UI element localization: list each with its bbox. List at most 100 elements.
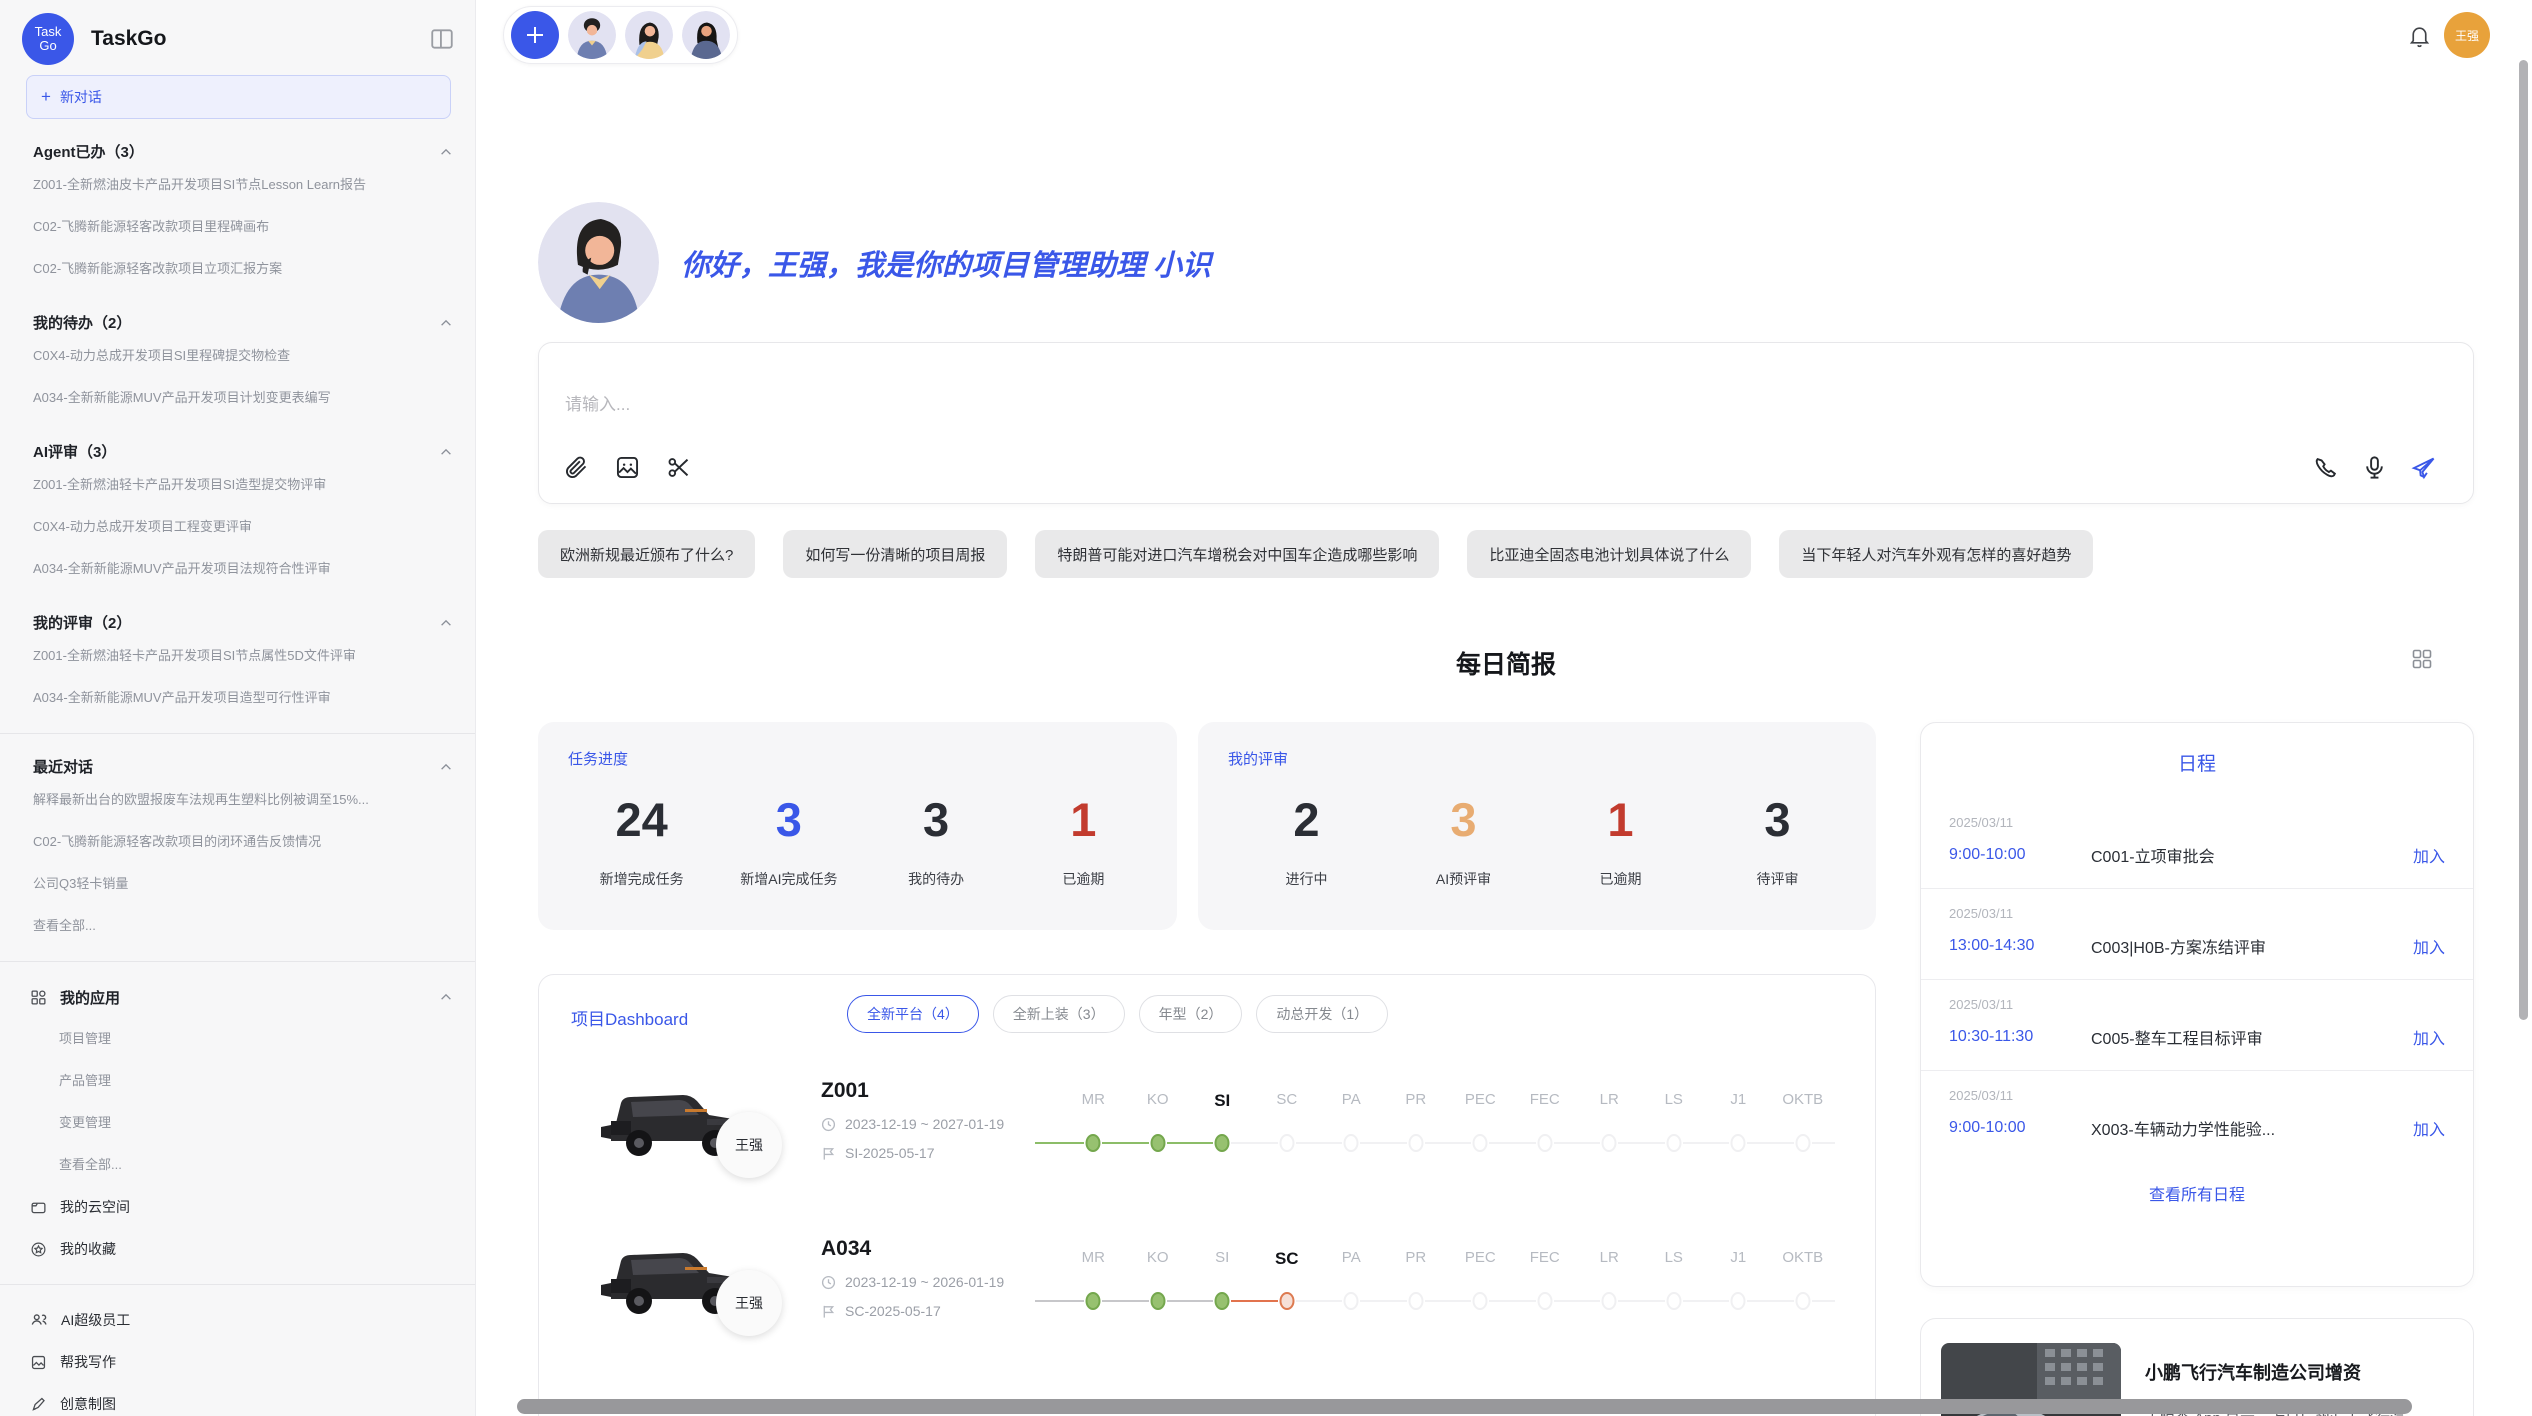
send-icon[interactable] [2410, 454, 2437, 481]
sidebar-item-help-me-write[interactable]: 帮我写作 [0, 1341, 475, 1383]
help-me-write-label: 帮我写作 [60, 1352, 116, 1372]
assistant-avatar [538, 202, 659, 323]
sidebar-task-item[interactable]: Z001-全新燃油轻卡产品开发项目SI造型提交物评审 [0, 464, 475, 506]
milestone-dot [1666, 1292, 1681, 1310]
daily-briefing-title: 每日简报 [538, 645, 2474, 681]
ai-super-staff-label: AI超级员工 [61, 1310, 130, 1330]
schedule-join-button[interactable]: 加入 [2413, 934, 2445, 958]
attachment-icon[interactable] [563, 454, 590, 481]
sidebar-task-item[interactable]: C0X4-动力总成开发项目SI里程碑提交物检查 [0, 335, 475, 377]
milestone-label: SC [1255, 1091, 1320, 1108]
new-chat-button[interactable]: + 新对话 [26, 75, 451, 119]
news-title: 小鹏飞行汽车制造公司增资 [2145, 1359, 2418, 1385]
sidebar-task-item[interactable]: A034-全新新能源MUV产品开发项目法规符合性评审 [0, 548, 475, 590]
horizontal-scrollbar[interactable] [517, 1399, 2412, 1414]
main-content: 王强 你好，王强，我是你的项目管理助理 小识 [476, 0, 2532, 1416]
milestone: LS [1642, 1249, 1707, 1335]
milestone: PEC [1448, 1249, 1513, 1335]
sidebar-section-header[interactable]: Agent已办（3） [33, 141, 453, 162]
schedule-date: 2025/03/11 [1949, 1088, 2445, 1103]
sidebar-item-creative-drawing[interactable]: 创意制图 [0, 1383, 475, 1416]
app-logo: Task Go [22, 13, 74, 65]
milestone-track-stub [1035, 1091, 1061, 1177]
my-apps-header[interactable]: 我的应用 [0, 976, 475, 1018]
sidebar-item-ai-super-staff[interactable]: AI超级员工 [0, 1299, 475, 1341]
schedule-join-button[interactable]: 加入 [2413, 1025, 2445, 1049]
divider [0, 733, 475, 734]
sidebar-task-item[interactable]: A034-全新新能源MUV产品开发项目造型可行性评审 [0, 677, 475, 719]
view-all-schedule-link[interactable]: 查看所有日程 [1921, 1181, 2473, 1205]
dashboard-tab[interactable]: 全新上装（3） [993, 995, 1125, 1033]
sidebar-app-item[interactable]: 项目管理 [0, 1018, 475, 1060]
schedule-join-button[interactable]: 加入 [2413, 1116, 2445, 1140]
image-upload-icon[interactable] [614, 454, 641, 481]
dashboard-tab[interactable]: 全新平台（4） [847, 995, 979, 1033]
chevron-holder [439, 760, 453, 774]
schedule-title: 日程 [1921, 749, 2473, 776]
milestone-label: J1 [1706, 1091, 1771, 1108]
sidebar-task-item[interactable]: Z001-全新燃油轻卡产品开发项目SI节点属性5D文件评审 [0, 635, 475, 677]
schedule-join-button[interactable]: 加入 [2413, 843, 2445, 867]
user-avatar[interactable]: 王强 [2444, 12, 2490, 58]
suggestion-chip[interactable]: 当下年轻人对汽车外观有怎样的喜好趋势 [1779, 530, 2093, 578]
sidebar-section-label: 我的评审（2） [33, 612, 131, 633]
milestone-dot [1473, 1134, 1488, 1152]
message-input[interactable] [565, 395, 1965, 415]
milestone-dot [1279, 1292, 1294, 1310]
milestone-dot [1086, 1292, 1101, 1310]
microphone-icon[interactable] [2361, 454, 2388, 481]
milestone-label: PEC [1448, 1091, 1513, 1108]
sidebar-app-item[interactable]: 变更管理 [0, 1102, 475, 1144]
sidebar-section-header[interactable]: AI评审（3） [33, 441, 453, 462]
suggestion-chip[interactable]: 如何写一份清晰的项目周报 [783, 530, 1007, 578]
sidebar-app-item[interactable]: 查看全部... [0, 1144, 475, 1186]
milestone-label: PR [1384, 1091, 1449, 1108]
chevron-up-icon [439, 316, 453, 330]
sidebar-recent-item[interactable]: 解释最新出台的欧盟报废车法规再生塑料比例被调至15%... [0, 779, 475, 821]
agent-avatar-1[interactable] [568, 11, 616, 59]
scissors-icon[interactable] [665, 454, 692, 481]
project-flag-milestone: SC-2025-05-17 [821, 1303, 1004, 1319]
chevron-up-icon [439, 145, 453, 159]
milestone: SI [1190, 1091, 1255, 1177]
suggestion-chip[interactable]: 比亚迪全固态电池计划具体说了什么 [1467, 530, 1751, 578]
milestone-label: PR [1384, 1249, 1449, 1266]
image-icon [30, 1354, 47, 1371]
dashboard-tab[interactable]: 年型（2） [1139, 995, 1243, 1033]
chevron-up-icon [439, 616, 453, 630]
vertical-scrollbar[interactable] [2519, 60, 2528, 1020]
stat-value: 1 [1542, 791, 1699, 849]
sidebar-task-item[interactable]: C02-飞腾新能源轻客改款项目立项汇报方案 [0, 248, 475, 290]
dashboard-tab[interactable]: 动总开发（1） [1256, 995, 1388, 1033]
sidebar-task-item[interactable]: A034-全新新能源MUV产品开发项目计划变更表编写 [0, 377, 475, 419]
sidebar-section-header[interactable]: 我的评审（2） [33, 612, 453, 633]
stat-block: 1已逾期 [1010, 791, 1157, 889]
sidebar-recent-item[interactable]: 查看全部... [0, 905, 475, 947]
sidebar-section-header[interactable]: 我的待办（2） [33, 312, 453, 333]
my-apps-label: 我的应用 [60, 987, 120, 1008]
milestone-label: J1 [1706, 1249, 1771, 1266]
agent-avatar-3[interactable] [682, 11, 730, 59]
add-agent-button[interactable] [511, 11, 559, 59]
notification-bell-icon[interactable] [2407, 23, 2432, 48]
sidebar-app-item[interactable]: 产品管理 [0, 1060, 475, 1102]
sidebar-task-item[interactable]: Z001-全新燃油皮卡产品开发项目SI节点Lesson Learn报告 [0, 164, 475, 206]
sidebar-item-favorites[interactable]: 我的收藏 [0, 1228, 475, 1270]
sidebar-task-item[interactable]: C02-飞腾新能源轻客改款项目里程碑画布 [0, 206, 475, 248]
milestone-label: OKTB [1771, 1249, 1836, 1266]
sidebar-recent-item[interactable]: C02-飞腾新能源轻客改款项目的闭环通告反馈情况 [0, 821, 475, 863]
layout-grid-icon[interactable] [2410, 647, 2434, 671]
sidebar-collapse-icon[interactable] [429, 26, 455, 52]
schedule-item: 2025/03/119:00-10:00C001-立项审批会加入 [1921, 798, 2473, 888]
sidebar-recent-item[interactable]: 公司Q3轻卡销量 [0, 863, 475, 905]
suggestion-chip[interactable]: 欧洲新规最近颁布了什么? [538, 530, 755, 578]
phone-call-icon[interactable] [2312, 454, 2339, 481]
sidebar-item-cloud-space[interactable]: 我的云空间 [0, 1186, 475, 1228]
stat-label: 新增完成任务 [568, 869, 715, 889]
new-chat-label: 新对话 [60, 87, 102, 107]
agent-avatar-2[interactable] [625, 11, 673, 59]
project-flag-milestone: SI-2025-05-17 [821, 1145, 1004, 1161]
recent-section-header[interactable]: 最近对话 [33, 756, 453, 777]
suggestion-chip[interactable]: 特朗普可能对进口汽车增税会对中国车企造成哪些影响 [1035, 530, 1439, 578]
sidebar-task-item[interactable]: C0X4-动力总成开发项目工程变更评审 [0, 506, 475, 548]
